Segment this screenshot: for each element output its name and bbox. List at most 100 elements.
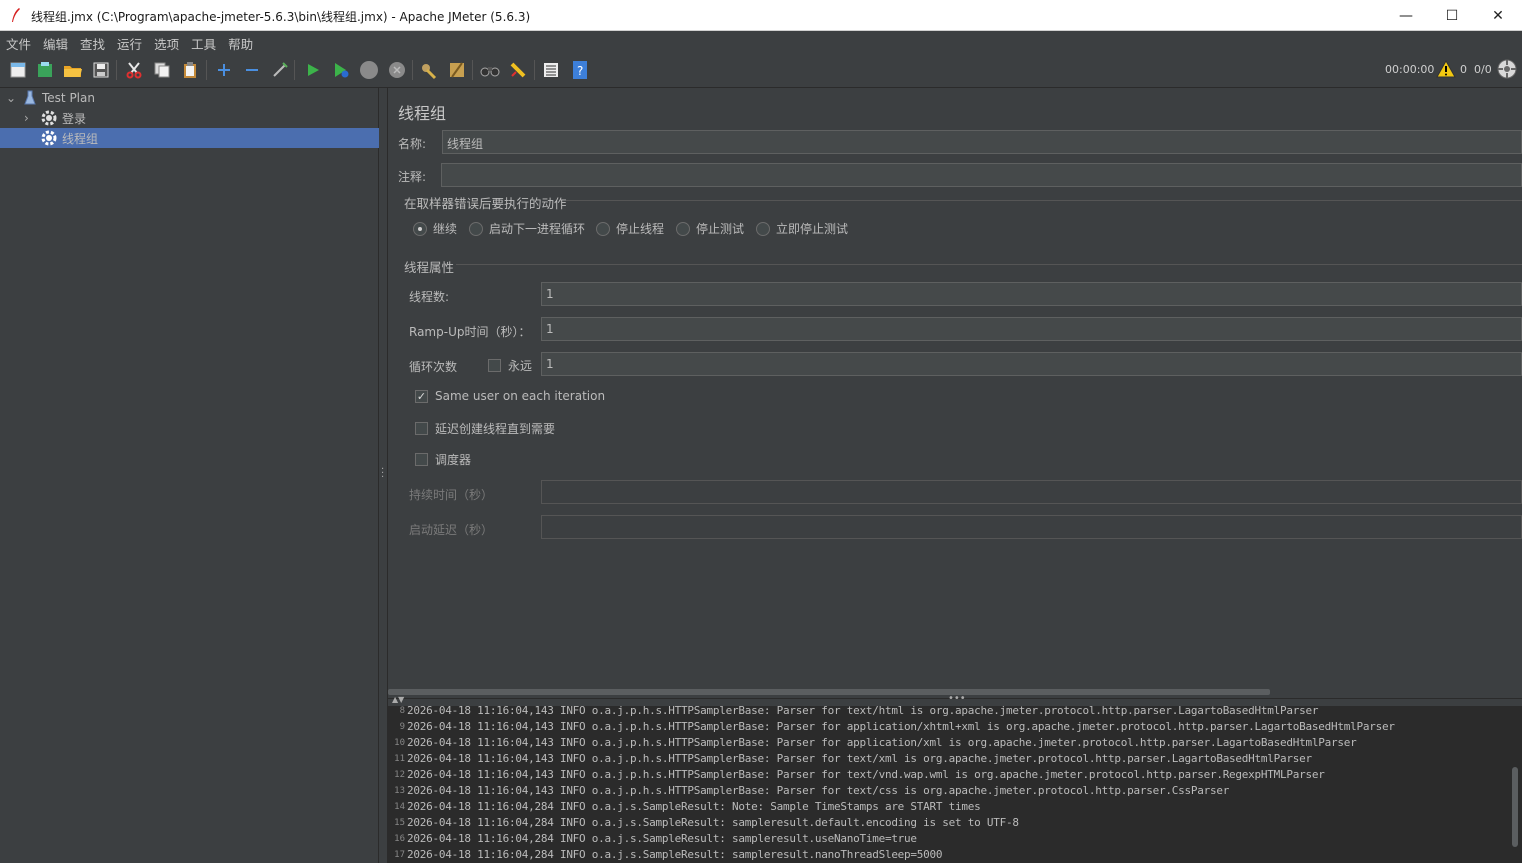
new-button[interactable] xyxy=(7,59,29,81)
warning-icon[interactable] xyxy=(1436,60,1456,78)
close-button[interactable]: ✕ xyxy=(1475,0,1521,31)
stop-icon xyxy=(360,61,378,79)
thread-group-gear-icon xyxy=(41,130,57,146)
log-vertical-scrollbar[interactable] xyxy=(1512,767,1518,847)
chevron-down-icon[interactable]: ⌄ xyxy=(6,91,18,105)
close-icon: ✕ xyxy=(1492,7,1504,24)
save-button[interactable] xyxy=(90,59,112,81)
threads-label: 线程数: xyxy=(409,290,450,304)
warning-count: 0 xyxy=(1460,63,1467,76)
broom-all-icon xyxy=(450,62,464,78)
menu-file[interactable]: 文件 xyxy=(3,31,37,53)
shutdown-button[interactable] xyxy=(386,59,408,81)
toggle-button[interactable] xyxy=(269,59,291,81)
duration-label: 持续时间（秒） xyxy=(409,488,494,502)
collapse-arrows-icon[interactable]: ▲▼ xyxy=(392,695,404,704)
radio-selected-icon xyxy=(413,221,427,236)
cut-button[interactable] xyxy=(123,59,145,81)
tree-item-test-plan[interactable]: ⌄ Test Plan xyxy=(0,88,379,108)
menu-edit[interactable]: 编辑 xyxy=(40,31,74,53)
thread-group-panel: 线程组 名称: 线程组 注释: 在取样器错误后要执行的动作 继续 启动下一进程循… xyxy=(388,88,1522,688)
save-disk-icon xyxy=(93,62,109,78)
log-line: 16 2026-04-18 11:16:04,284 INFO o.a.j.s.S… xyxy=(394,832,917,845)
drag-handle-icon: · · · xyxy=(381,464,385,483)
search-button[interactable] xyxy=(479,59,501,81)
checkbox-unchecked-icon xyxy=(488,359,501,372)
tree-item-login[interactable]: › 登录 xyxy=(0,108,379,128)
tree-item-thread-group[interactable]: 线程组 xyxy=(0,128,379,148)
reset-search-button[interactable] xyxy=(507,59,529,81)
collapse-all-button[interactable] xyxy=(241,59,263,81)
remote-engines-icon[interactable] xyxy=(1497,59,1517,79)
log-panel-divider[interactable]: ▲▼ ••• xyxy=(388,693,1522,706)
log-line: 17 2026-04-18 11:16:04,284 INFO o.a.j.s.S… xyxy=(394,848,943,861)
jmeter-feather-icon xyxy=(12,8,20,22)
svg-text:?: ? xyxy=(577,64,583,78)
log-line: 13 2026-04-18 11:16:04,143 INFO o.a.j.p.h… xyxy=(394,784,1230,797)
stop-button[interactable] xyxy=(358,59,380,81)
radio-stop-thread[interactable]: 停止线程 xyxy=(596,220,664,237)
menu-run[interactable]: 运行 xyxy=(114,31,148,53)
scrollbar-thumb[interactable] xyxy=(388,689,1270,695)
checkbox-unchecked-icon xyxy=(415,453,428,466)
forever-checkbox[interactable]: 永远 xyxy=(488,357,532,374)
paste-button[interactable] xyxy=(179,59,201,81)
clear-button[interactable] xyxy=(418,59,440,81)
paste-clipboard-icon xyxy=(184,62,196,78)
start-no-pauses-button[interactable] xyxy=(330,59,352,81)
radio-stop-test[interactable]: 停止测试 xyxy=(676,220,744,237)
checkbox-label: Same user on each iteration xyxy=(435,389,606,403)
scheduler-checkbox[interactable]: 调度器 xyxy=(415,451,471,468)
minimize-button[interactable]: — xyxy=(1383,0,1429,31)
radio-unselected-icon xyxy=(756,221,770,236)
comment-label: 注释: xyxy=(398,170,427,184)
startup-delay-field xyxy=(541,515,1522,539)
title-bar: 线程组.jmx (C:\Program\apache-jmeter-5.6.3\… xyxy=(0,0,1522,31)
startup-delay-label: 启动延迟（秒） xyxy=(409,523,494,537)
radio-label: 停止线程 xyxy=(616,222,665,236)
expand-all-button[interactable] xyxy=(213,59,235,81)
menu-tools[interactable]: 工具 xyxy=(188,31,222,53)
menu-search[interactable]: 查找 xyxy=(77,31,111,53)
toolbar-separator xyxy=(294,60,295,80)
menu-options[interactable]: 选项 xyxy=(151,31,185,53)
menu-bar: 文件 编辑 查找 运行 选项 工具 帮助 xyxy=(0,31,1522,53)
checkbox-unchecked-icon xyxy=(415,422,428,435)
same-user-checkbox[interactable]: ✓ Same user on each iteration xyxy=(415,389,605,403)
chevron-right-icon[interactable]: › xyxy=(24,111,36,125)
elapsed-timer: 00:00:00 xyxy=(1385,63,1435,76)
clear-all-button[interactable] xyxy=(446,59,468,81)
new-file-icon xyxy=(10,62,26,78)
templates-icon xyxy=(38,62,52,77)
scissors-icon xyxy=(126,62,142,79)
checkbox-label: 延迟创建线程直到需要 xyxy=(435,422,556,436)
help-button[interactable]: ? xyxy=(569,59,591,81)
templates-button[interactable] xyxy=(34,59,56,81)
binoculars-icon xyxy=(480,67,500,77)
group-divider xyxy=(566,200,1522,201)
rampup-field[interactable]: 1 xyxy=(541,317,1522,341)
toolbar-separator xyxy=(116,60,117,80)
copy-button[interactable] xyxy=(151,59,173,81)
menu-help[interactable]: 帮助 xyxy=(225,31,259,53)
minimize-icon: — xyxy=(1399,7,1413,24)
thread-group-gear-icon xyxy=(41,110,57,126)
comment-field[interactable] xyxy=(441,163,1522,187)
split-pane-divider[interactable]: · · · xyxy=(379,88,388,863)
toolbar-separator xyxy=(206,60,207,80)
threads-field[interactable]: 1 xyxy=(541,282,1522,306)
radio-stop-test-now[interactable]: 立即停止测试 xyxy=(756,220,848,237)
radio-start-next-loop[interactable]: 启动下一进程循环 xyxy=(469,220,585,237)
log-viewer[interactable]: 8 2026-04-18 11:16:04,143 INFO o.a.j.p.h.… xyxy=(388,706,1522,863)
window-title: 线程组.jmx (C:\Program\apache-jmeter-5.6.3\… xyxy=(31,10,531,24)
tree-item-label: Test Plan xyxy=(42,91,95,105)
delay-thread-creation-checkbox[interactable]: 延迟创建线程直到需要 xyxy=(415,420,555,437)
start-button[interactable] xyxy=(302,59,324,81)
function-helper-button[interactable] xyxy=(540,59,562,81)
radio-continue[interactable]: 继续 xyxy=(413,220,457,237)
log-line: 10 2026-04-18 11:16:04,143 INFO o.a.j.p.h… xyxy=(394,736,1357,749)
loop-count-field[interactable]: 1 xyxy=(541,352,1522,376)
maximize-button[interactable]: ☐ xyxy=(1429,0,1475,31)
name-field[interactable]: 线程组 xyxy=(442,130,1522,154)
open-button[interactable] xyxy=(62,59,84,81)
